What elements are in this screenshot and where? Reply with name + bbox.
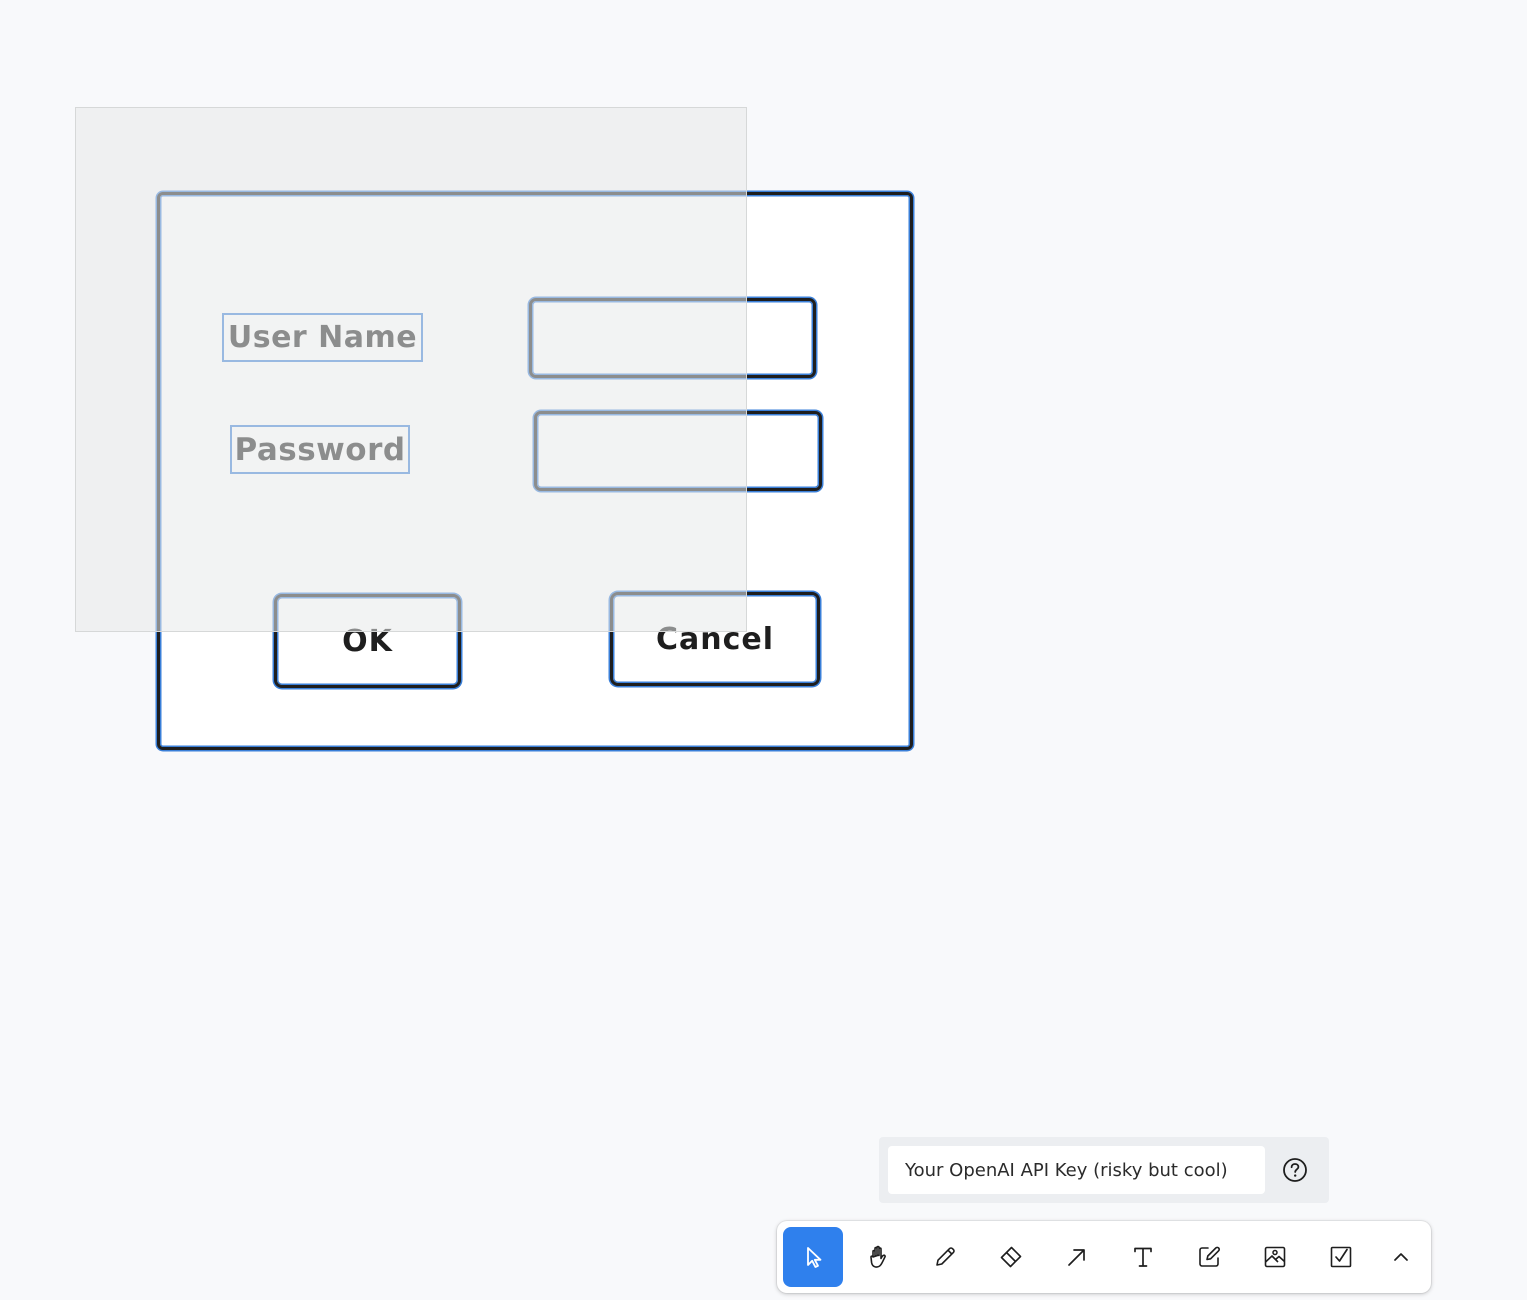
text-tool-button[interactable] <box>1113 1227 1173 1287</box>
help-button[interactable] <box>1282 1157 1308 1183</box>
api-key-input[interactable] <box>888 1146 1265 1194</box>
api-key-panel <box>879 1137 1329 1203</box>
image-icon <box>1264 1246 1286 1268</box>
drawing-canvas[interactable]: User Name Password OK Cancel <box>0 0 1527 1300</box>
password-label[interactable]: Password <box>230 425 410 474</box>
note-tool-button[interactable] <box>1179 1227 1239 1287</box>
select-tool-button[interactable] <box>783 1227 843 1287</box>
pencil-icon <box>936 1247 955 1266</box>
tool-toolbar <box>777 1221 1431 1293</box>
hand-tool-button[interactable] <box>849 1227 909 1287</box>
hand-icon <box>870 1245 886 1268</box>
eraser-tool-button[interactable] <box>981 1227 1041 1287</box>
checkbox-tool-button[interactable] <box>1311 1227 1371 1287</box>
eraser-icon <box>1000 1246 1022 1268</box>
chevron-up-icon <box>1394 1253 1408 1261</box>
pointer-icon <box>807 1247 822 1268</box>
username-label[interactable]: User Name <box>222 313 423 362</box>
text-icon <box>1134 1247 1152 1267</box>
ok-button-shape[interactable]: OK <box>274 594 461 688</box>
draw-tool-button[interactable] <box>915 1227 975 1287</box>
username-field-shape[interactable] <box>529 298 816 378</box>
question-circle-icon <box>1283 1158 1307 1182</box>
arrow-icon <box>1068 1249 1085 1266</box>
image-tool-button[interactable] <box>1245 1227 1305 1287</box>
note-icon <box>1199 1246 1220 1267</box>
checkbox-icon <box>1330 1246 1352 1268</box>
arrow-tool-button[interactable] <box>1047 1227 1107 1287</box>
more-tools-button[interactable] <box>1371 1227 1431 1287</box>
cancel-button-shape[interactable]: Cancel <box>610 592 820 686</box>
password-field-shape[interactable] <box>534 411 822 491</box>
